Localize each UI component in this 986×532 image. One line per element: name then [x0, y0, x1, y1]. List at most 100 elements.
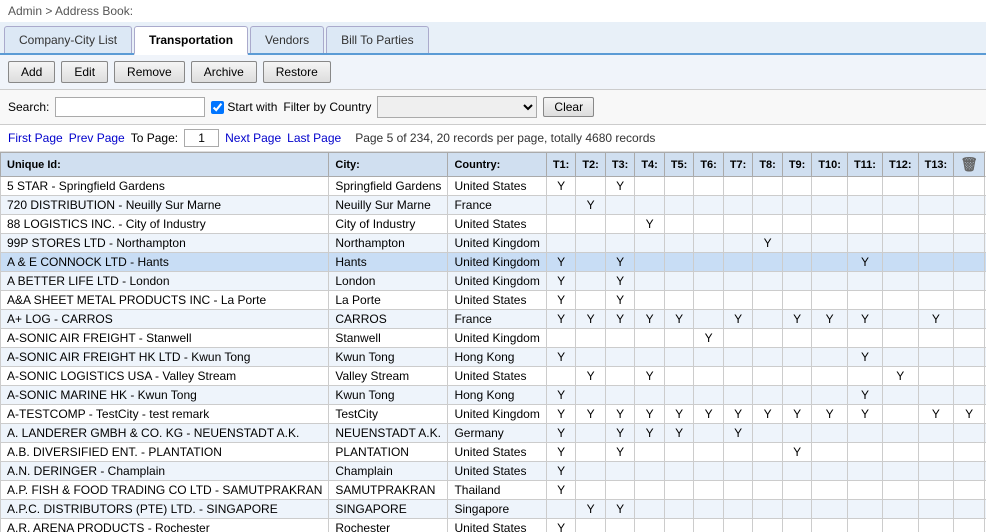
cell-country: United States: [448, 177, 546, 196]
search-input[interactable]: [55, 97, 205, 117]
remove-button[interactable]: Remove: [114, 61, 185, 83]
table-row[interactable]: A BETTER LIFE LTD - LondonLondonUnited K…: [1, 272, 986, 291]
table-row[interactable]: A-SONIC LOGISTICS USA - Valley StreamVal…: [1, 367, 986, 386]
th-t12: T12:: [882, 153, 918, 177]
cell-t10: [812, 348, 848, 367]
cell-t8: [753, 500, 783, 519]
to-page-label: To Page:: [131, 131, 178, 145]
cell-city: Stanwell: [329, 329, 448, 348]
table-row[interactable]: A+ LOG - CARROSCARROSFranceYYYYYYYYYY: [1, 310, 986, 329]
cell-t1: Y: [546, 310, 576, 329]
table-row[interactable]: 5 STAR - Springfield GardensSpringfield …: [1, 177, 986, 196]
cell-t5: [664, 500, 694, 519]
cell-t9: [782, 386, 812, 405]
th-country: Country:: [448, 153, 546, 177]
cell-t9: Y: [782, 405, 812, 424]
cell-t10: Y: [812, 310, 848, 329]
tab-vendors[interactable]: Vendors: [250, 26, 324, 53]
cell-t10: [812, 386, 848, 405]
delete-all-icon[interactable]: 🗑: [960, 156, 978, 172]
th-t6: T6:: [694, 153, 724, 177]
cell-unique-id: A.P. FISH & FOOD TRADING CO LTD - SAMUTP…: [1, 481, 329, 500]
cell-t6: [694, 196, 724, 215]
cell-t4: [635, 519, 665, 532]
table-row[interactable]: A&A SHEET METAL PRODUCTS INC - La PorteL…: [1, 291, 986, 310]
cell-t12: [882, 405, 918, 424]
cell-t7: [723, 443, 753, 462]
cell-t2: [576, 386, 606, 405]
cell-t8: [753, 424, 783, 443]
cell-t8: [753, 367, 783, 386]
cell-t5: [664, 177, 694, 196]
cell-city: Hants: [329, 253, 448, 272]
clear-button[interactable]: Clear: [543, 97, 594, 117]
table-row[interactable]: A.R. ARENA PRODUCTS - RochesterRochester…: [1, 519, 986, 532]
table-row[interactable]: A & E CONNOCK LTD - HantsHantsUnited Kin…: [1, 253, 986, 272]
tab-bill-to-parties[interactable]: Bill To Parties: [326, 26, 428, 53]
cell-t9: [782, 291, 812, 310]
table-row[interactable]: A-SONIC AIR FREIGHT - StanwellStanwellUn…: [1, 329, 986, 348]
cell-t9: [782, 253, 812, 272]
th-t4: T4:: [635, 153, 665, 177]
prev-page-link[interactable]: Prev Page: [69, 131, 125, 145]
cell-t14: [954, 177, 985, 196]
archive-button[interactable]: Archive: [191, 61, 257, 83]
table-row[interactable]: 99P STORES LTD - NorthamptonNorthamptonU…: [1, 234, 986, 253]
page-info: Page 5 of 234, 20 records per page, tota…: [355, 131, 655, 145]
last-page-link[interactable]: Last Page: [287, 131, 341, 145]
cell-t3: [605, 462, 635, 481]
cell-t12: [882, 500, 918, 519]
cell-t4: [635, 234, 665, 253]
edit-button[interactable]: Edit: [61, 61, 108, 83]
page-input[interactable]: [184, 129, 219, 147]
cell-t7: [723, 386, 753, 405]
cell-t6: [694, 481, 724, 500]
cell-t8: [753, 310, 783, 329]
table-row[interactable]: A.N. DERINGER - ChamplainChamplainUnited…: [1, 462, 986, 481]
cell-t11: [847, 424, 882, 443]
cell-t4: [635, 272, 665, 291]
cell-t2: [576, 443, 606, 462]
table-row[interactable]: A-TESTCOMP - TestCity - test remarkTestC…: [1, 405, 986, 424]
tab-company-city-list[interactable]: Company-City List: [4, 26, 132, 53]
table-row[interactable]: A-SONIC MARINE HK - Kwun TongKwun TongHo…: [1, 386, 986, 405]
cell-t5: [664, 367, 694, 386]
add-button[interactable]: Add: [8, 61, 55, 83]
restore-button[interactable]: Restore: [263, 61, 331, 83]
cell-t1: Y: [546, 386, 576, 405]
cell-t3: Y: [605, 253, 635, 272]
breadcrumb: Admin > Address Book:: [0, 0, 986, 22]
cell-t2: [576, 253, 606, 272]
cell-t11: [847, 291, 882, 310]
start-with-checkbox[interactable]: [211, 101, 224, 114]
table-row[interactable]: A.P.C. DISTRIBUTORS (PTE) LTD. - SINGAPO…: [1, 500, 986, 519]
start-with-label: Start with: [211, 100, 277, 114]
cell-t7: [723, 234, 753, 253]
cell-t13: [918, 234, 954, 253]
cell-t8: [753, 291, 783, 310]
cell-t6: [694, 367, 724, 386]
cell-t6: [694, 234, 724, 253]
cell-t14: [954, 386, 985, 405]
table-row[interactable]: A. LANDERER GMBH & CO. KG - NEUENSTADT A…: [1, 424, 986, 443]
cell-t14: [954, 291, 985, 310]
cell-t5: Y: [664, 424, 694, 443]
filter-country-select[interactable]: [377, 96, 537, 118]
tab-transportation[interactable]: Transportation: [134, 26, 248, 55]
table-row[interactable]: A.P. FISH & FOOD TRADING CO LTD - SAMUTP…: [1, 481, 986, 500]
first-page-link[interactable]: First Page: [8, 131, 63, 145]
cell-t13: [918, 196, 954, 215]
cell-t6: [694, 215, 724, 234]
cell-t9: [782, 500, 812, 519]
table-body: 5 STAR - Springfield GardensSpringfield …: [1, 177, 986, 532]
th-t11: T11:: [847, 153, 882, 177]
table-row[interactable]: A-SONIC AIR FREIGHT HK LTD - Kwun TongKw…: [1, 348, 986, 367]
cell-country: France: [448, 310, 546, 329]
table-row[interactable]: 720 DISTRIBUTION - Neuilly Sur MarneNeui…: [1, 196, 986, 215]
cell-t4: [635, 177, 665, 196]
table-row[interactable]: 88 LOGISTICS INC. - City of IndustryCity…: [1, 215, 986, 234]
cell-country: United Kingdom: [448, 329, 546, 348]
cell-t8: [753, 443, 783, 462]
next-page-link[interactable]: Next Page: [225, 131, 281, 145]
table-row[interactable]: A.B. DIVERSIFIED ENT. - PLANTATIONPLANTA…: [1, 443, 986, 462]
